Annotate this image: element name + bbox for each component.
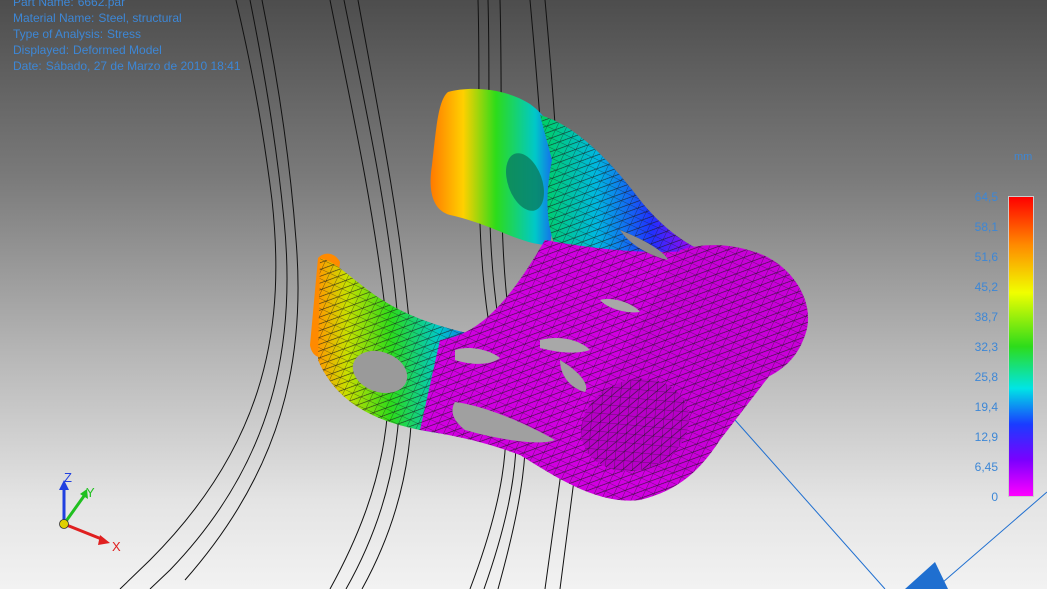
- legend-tick: 32,3: [974, 340, 998, 354]
- analysis-type-value: Stress: [107, 27, 142, 41]
- legend-tick: 64,5: [974, 190, 998, 204]
- upper-tab[interactable]: [430, 88, 562, 245]
- legend-tick: 0: [991, 490, 998, 504]
- date-value: Sábado, 27 de Marzo de 2010 18:41: [45, 59, 241, 73]
- analysis-type-label: Type of Analysis:: [13, 27, 104, 41]
- legend-tick: 12,9: [974, 430, 998, 444]
- analysis-type-row: Type of Analysis: Stress: [13, 26, 241, 42]
- date-label: Date:: [13, 59, 42, 73]
- material-label: Material Name:: [13, 11, 95, 25]
- legend-tick: 38,7: [974, 310, 998, 324]
- legend-tick: 19,4: [974, 400, 998, 414]
- displayed-row: Displayed: Deformed Model: [13, 42, 241, 58]
- model-scene[interactable]: Z Y X: [0, 0, 1047, 589]
- legend-tick: 25,8: [974, 370, 998, 384]
- date-row: Date: Sábado, 27 de Marzo de 2010 18:41: [13, 58, 241, 74]
- legend-unit: mm: [1014, 151, 1033, 163]
- axis-label-y: Y: [86, 485, 95, 500]
- material-value: Steel, structural: [98, 11, 182, 25]
- part-name-label: Part Name:: [13, 0, 74, 9]
- bracket-body[interactable]: [420, 230, 809, 501]
- displayed-value: Deformed Model: [73, 43, 162, 57]
- part-name-value: 6662.par: [77, 0, 126, 9]
- displayed-label: Displayed:: [13, 43, 70, 57]
- color-legend-bar: [1008, 196, 1034, 497]
- axis-label-z: Z: [64, 470, 72, 485]
- legend-tick: 6,45: [974, 460, 998, 474]
- 3d-viewport[interactable]: Z Y X Part Name: 6662.par Material Name: S…: [0, 0, 1047, 589]
- analysis-info: Part Name: 6662.par Material Name: Steel, …: [13, 0, 241, 74]
- legend-tick: 58,1: [974, 220, 998, 234]
- part-name-row: Part Name: 6662.par: [13, 0, 241, 10]
- axis-triad: Z Y X: [59, 470, 121, 554]
- legend-tick: 45,2: [974, 280, 998, 294]
- axis-label-x: X: [112, 539, 121, 554]
- load-arrow: [734, 419, 1047, 589]
- legend-tick: 51,6: [974, 250, 998, 264]
- material-row: Material Name: Steel, structural: [13, 10, 241, 26]
